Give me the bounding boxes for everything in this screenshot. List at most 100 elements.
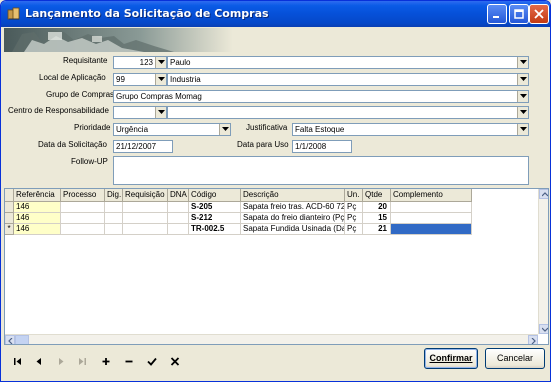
cell-codigo[interactable]: TR-002.5 <box>189 224 241 235</box>
cell-dig[interactable] <box>105 213 123 224</box>
cell-requisicao[interactable] <box>123 202 168 213</box>
cell-qtde[interactable]: 20 <box>363 202 391 213</box>
scroll-left-button[interactable] <box>5 335 15 344</box>
dropdown-arrow-icon[interactable] <box>517 91 528 102</box>
cell-codigo[interactable]: S-205 <box>189 202 241 213</box>
cell-dig[interactable] <box>105 202 123 213</box>
centro-code-combo[interactable] <box>113 106 167 119</box>
record-navigator: Confirmar Cancelar <box>4 348 549 378</box>
dropdown-arrow-icon[interactable] <box>155 74 166 85</box>
delete-record-icon[interactable] <box>121 353 139 371</box>
scroll-right-button[interactable] <box>528 335 538 344</box>
cell-referencia[interactable]: 146 <box>14 202 61 213</box>
cell-referencia[interactable]: 146 <box>14 213 61 224</box>
table-row[interactable]: * 146 TR-002.5 Sapata Fundida Usinada (D… <box>5 224 548 235</box>
prioridade-combo[interactable]: Urgência <box>113 123 231 136</box>
cell-qtde[interactable]: 15 <box>363 213 391 224</box>
justificativa-combo[interactable]: Falta Estoque <box>292 123 529 136</box>
cell-requisicao[interactable] <box>123 213 168 224</box>
local-code-combo[interactable]: 99 <box>113 73 167 86</box>
cell-qtde[interactable]: 21 <box>363 224 391 235</box>
table-row[interactable]: 146 S-212 Sapata do freio dianteiro (Pç)… <box>5 213 548 224</box>
cancelar-button[interactable]: Cancelar <box>485 348 545 369</box>
col-complemento[interactable]: Complemento <box>391 189 472 202</box>
title-bar[interactable]: Lançamento da Solicitação de Compras <box>1 1 550 27</box>
items-grid[interactable]: Referência Processo Dig. Requisição DNA … <box>4 188 549 345</box>
cell-requisicao[interactable] <box>123 224 168 235</box>
col-un[interactable]: Un. <box>345 189 363 202</box>
cell-referencia[interactable]: 146 <box>14 224 61 235</box>
insert-record-icon[interactable] <box>98 353 116 371</box>
grupo-compras-label: Grupo de Compras <box>46 90 115 99</box>
maximize-button[interactable] <box>509 4 529 24</box>
close-button[interactable] <box>529 4 549 24</box>
local-name-value: Industria <box>170 75 201 84</box>
scroll-thumb[interactable] <box>15 335 29 344</box>
vertical-scrollbar[interactable] <box>538 189 548 334</box>
cell-processo[interactable] <box>61 202 105 213</box>
cell-processo[interactable] <box>61 224 105 235</box>
scroll-down-button[interactable] <box>539 324 548 334</box>
col-codigo[interactable]: Código <box>189 189 241 202</box>
minimize-button[interactable] <box>487 4 507 24</box>
data-solicitacao-field[interactable]: 21/12/2007 <box>113 140 173 153</box>
next-record-icon[interactable] <box>53 353 71 371</box>
cell-un[interactable]: Pç <box>345 213 363 224</box>
dropdown-arrow-icon[interactable] <box>517 107 528 118</box>
confirmar-button[interactable]: Confirmar <box>424 348 478 369</box>
table-row[interactable]: 146 S-205 Sapata freio tras. ACD-60 72 P… <box>5 202 548 213</box>
first-record-icon[interactable] <box>10 353 28 371</box>
cell-descricao[interactable]: Sapata Fundida Usinada (Da <box>241 224 345 235</box>
cell-descricao[interactable]: Sapata freio tras. ACD-60 72 <box>241 202 345 213</box>
col-qtde[interactable]: Qtde <box>363 189 391 202</box>
requisitante-name-combo[interactable]: Paulo <box>167 56 529 69</box>
main-window: Lançamento da Solicitação de Compras Req… <box>0 0 551 382</box>
dropdown-arrow-icon[interactable] <box>517 74 528 85</box>
justificativa-value: Falta Estoque <box>295 125 345 134</box>
row-indicator[interactable] <box>5 213 14 224</box>
cell-descricao[interactable]: Sapata do freio dianteiro (Pç) <box>241 213 345 224</box>
col-dna[interactable]: DNA <box>168 189 189 202</box>
cancel-edit-icon[interactable] <box>167 353 185 371</box>
followup-label: Follow-UP <box>71 157 108 166</box>
cell-dig[interactable] <box>105 224 123 235</box>
col-descricao[interactable]: Descrição <box>241 189 345 202</box>
cell-complemento[interactable] <box>391 213 472 224</box>
cell-processo[interactable] <box>61 213 105 224</box>
followup-memo[interactable] <box>113 156 529 185</box>
dropdown-arrow-icon[interactable] <box>517 57 528 68</box>
row-indicator[interactable] <box>5 202 14 213</box>
centro-name-combo[interactable] <box>167 106 529 119</box>
cell-un[interactable]: Pç <box>345 202 363 213</box>
dropdown-arrow-icon[interactable] <box>155 57 166 68</box>
local-name-combo[interactable]: Industria <box>167 73 529 86</box>
col-requisicao[interactable]: Requisição <box>123 189 168 202</box>
prior-record-icon[interactable] <box>31 353 49 371</box>
row-indicator[interactable]: * <box>5 224 14 235</box>
cell-un[interactable]: Pç <box>345 224 363 235</box>
cell-complemento[interactable] <box>391 202 472 213</box>
cell-complemento-selected[interactable] <box>391 224 472 235</box>
cell-dna[interactable] <box>168 213 189 224</box>
grupo-compras-value: Grupo Compras Momag <box>116 92 202 101</box>
dropdown-arrow-icon[interactable] <box>155 107 166 118</box>
row-indicator-header <box>5 189 14 202</box>
col-referencia[interactable]: Referência <box>14 189 61 202</box>
horizontal-scrollbar[interactable] <box>5 334 538 344</box>
dropdown-arrow-icon[interactable] <box>517 124 528 135</box>
cell-dna[interactable] <box>168 224 189 235</box>
requisitante-name-value: Paulo <box>170 58 191 67</box>
prioridade-value: Urgência <box>116 125 149 134</box>
grupo-compras-combo[interactable]: Grupo Compras Momag <box>113 90 529 103</box>
app-icon <box>7 7 21 21</box>
dropdown-arrow-icon[interactable] <box>219 124 230 135</box>
cell-codigo[interactable]: S-212 <box>189 213 241 224</box>
scroll-up-button[interactable] <box>539 189 548 199</box>
requisitante-code-combo[interactable]: 123 <box>113 56 167 69</box>
col-dig[interactable]: Dig. <box>105 189 123 202</box>
data-uso-field[interactable]: 1/1/2008 <box>292 140 352 153</box>
col-processo[interactable]: Processo <box>61 189 105 202</box>
post-record-icon[interactable] <box>144 353 162 371</box>
cell-dna[interactable] <box>168 202 189 213</box>
last-record-icon[interactable] <box>74 353 92 371</box>
